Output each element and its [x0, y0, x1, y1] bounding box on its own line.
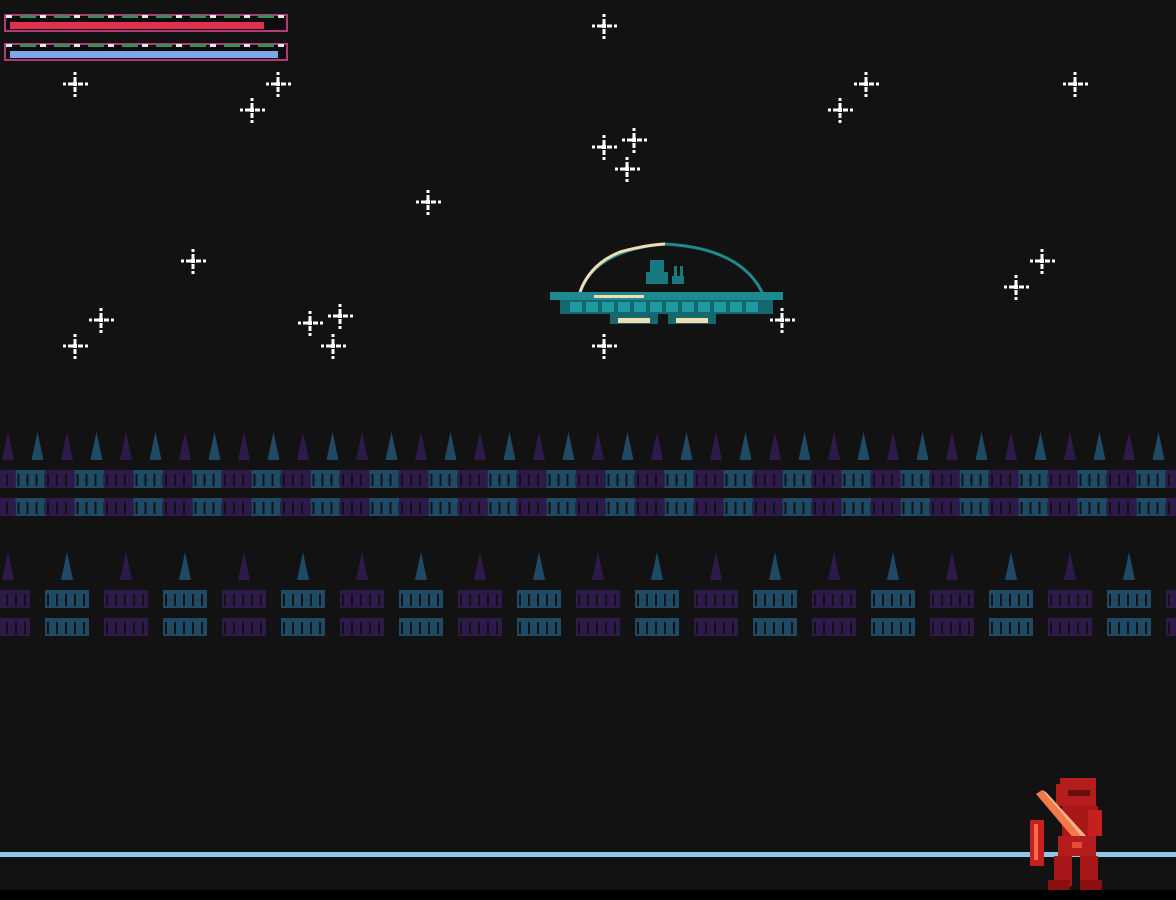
pine-tree	[871, 552, 915, 636]
pine-tree	[45, 552, 89, 636]
pine-tree	[340, 552, 384, 636]
health-bar	[4, 14, 288, 32]
star-icon	[416, 190, 441, 215]
pine-tree	[694, 552, 738, 636]
pine-tree	[1166, 470, 1176, 516]
mana-bar-ticks	[6, 44, 286, 47]
pine-tree	[635, 552, 679, 636]
star-icon	[298, 311, 323, 336]
pine-tree	[753, 552, 797, 636]
pine-tree	[576, 552, 620, 636]
pine-tree	[281, 552, 325, 636]
pine-tree	[930, 552, 974, 636]
pine-tree	[812, 552, 856, 636]
health-bar-fill	[10, 22, 264, 29]
knight-player	[1030, 778, 1102, 890]
star-icon	[1004, 275, 1029, 300]
pine-tree	[0, 552, 30, 636]
star-icon	[592, 135, 617, 160]
health-bar-ticks	[6, 15, 286, 18]
star-icon	[266, 72, 291, 97]
star-icon	[321, 334, 346, 359]
forest-background-far	[0, 432, 1176, 516]
game-canvas[interactable]	[0, 0, 1176, 900]
star-icon	[622, 128, 647, 153]
pine-tree	[1166, 590, 1176, 636]
pine-tree	[104, 552, 148, 636]
star-icon	[828, 98, 853, 123]
ufo-enemy	[550, 242, 783, 324]
pine-tree	[1107, 552, 1151, 636]
pine-tree	[989, 552, 1033, 636]
pine-tree	[517, 552, 561, 636]
star-icon	[1030, 249, 1055, 274]
star-icon	[240, 98, 265, 123]
starfield	[63, 14, 1088, 359]
star-icon	[854, 72, 879, 97]
star-icon	[328, 304, 353, 329]
forest-background-near	[0, 552, 1176, 636]
star-icon	[181, 249, 206, 274]
pine-tree	[222, 552, 266, 636]
bottom-border	[0, 890, 1176, 900]
pine-tree	[1048, 552, 1092, 636]
star-icon	[1063, 72, 1088, 97]
mana-bar-fill	[10, 51, 278, 58]
star-icon	[63, 72, 88, 97]
pine-tree	[163, 552, 207, 636]
ground-line	[0, 852, 1176, 857]
star-icon	[592, 334, 617, 359]
star-icon	[592, 14, 617, 39]
star-icon	[63, 334, 88, 359]
mana-bar	[4, 43, 288, 61]
star-icon	[89, 308, 114, 333]
pine-tree	[458, 552, 502, 636]
star-icon	[615, 157, 640, 182]
pine-tree	[399, 552, 443, 636]
